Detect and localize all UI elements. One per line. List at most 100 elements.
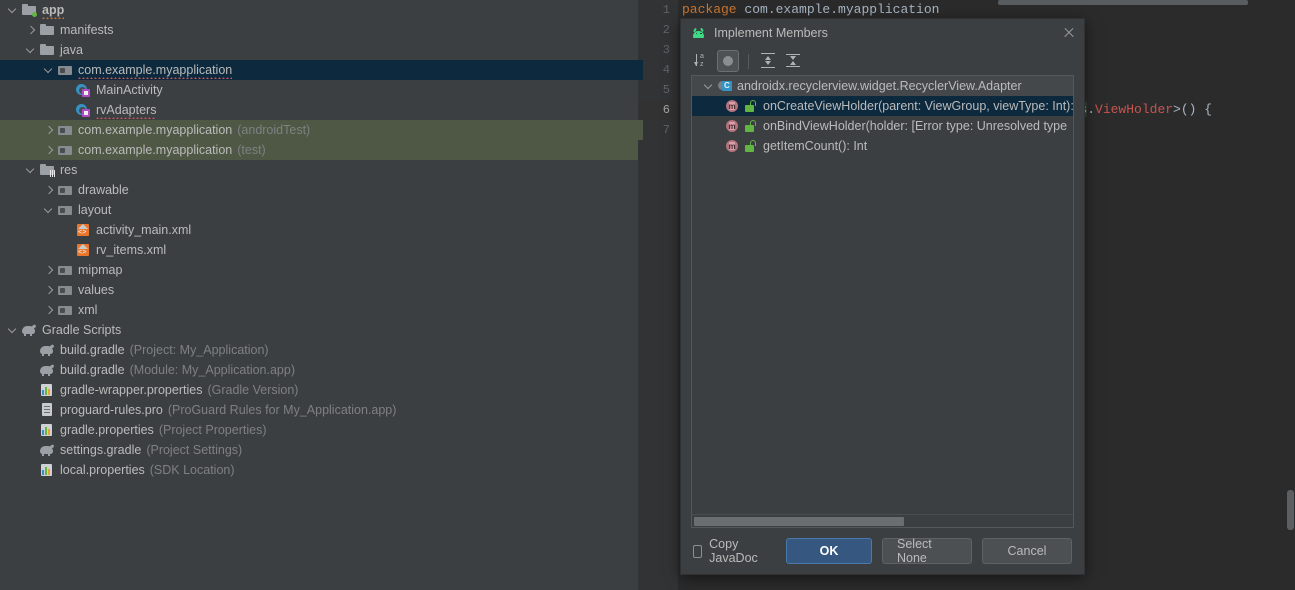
chevron-down-icon[interactable] [24,164,37,177]
chevron-down-icon[interactable] [702,80,715,93]
members-member-row[interactable]: m getItemCount(): Int [692,136,1073,156]
members-class-row[interactable]: Candroidx.recyclerview.widget.RecyclerVi… [692,76,1073,96]
chevron-down-icon[interactable] [24,44,37,57]
tree-row[interactable]: app [0,0,638,20]
gradle-icon [39,442,55,458]
tree-row[interactable]: MainActivity [0,80,638,100]
tree-row-sublabel: (Project Properties) [158,423,267,437]
tree-row[interactable]: layout [0,200,638,220]
tree-row[interactable]: <> rv_items.xml [0,240,638,260]
editor-vertical-scrollbar[interactable] [1287,490,1294,530]
chevron-right-icon[interactable] [42,284,55,297]
members-member-row[interactable]: m onBindViewHolder(holder: [Error type: U… [692,116,1073,136]
members-list-horizontal-scrollbar[interactable] [692,514,1073,527]
gutter-marker [638,60,643,80]
collapse-all-button[interactable] [783,50,805,72]
line-number: 5 [662,83,670,97]
line-number: 2 [662,23,670,37]
checkbox-box[interactable] [693,544,703,558]
expand-all-icon [758,50,780,72]
copy-javadoc-label: Copy JavaDoc [709,537,758,565]
chevron-right-icon[interactable] [42,124,55,137]
tree-row[interactable]: rvAdapters [0,100,638,120]
folder-icon [39,42,55,58]
chevron-down-icon[interactable] [6,4,19,17]
select-none-button[interactable]: Select None [882,537,972,565]
sort-alphabetically-button[interactable]: az [692,50,714,72]
editor-horizontal-scrollbar[interactable] [998,0,1248,5]
method-icon: m [724,98,740,114]
members-list-panel[interactable]: Candroidx.recyclerview.widget.RecyclerVi… [691,75,1074,528]
tree-row[interactable]: settings.gradle (Project Settings) [0,440,638,460]
chevron-right-icon[interactable] [42,264,55,277]
show-overloads-button[interactable] [717,50,739,72]
copy-javadoc-checkbox[interactable]: Copy JavaDoc [693,537,762,565]
tree-row-label: rvAdapters [96,103,157,119]
cancel-button[interactable]: Cancel [982,538,1072,564]
class-icon: C [717,78,733,94]
tree-row-label: settings.gradle [60,443,142,457]
tree-row[interactable]: gradle-wrapper.properties (Gradle Version… [0,380,638,400]
method-icon: m [724,118,740,134]
tree-row-label: res [60,163,78,177]
package-folder-icon [57,202,73,218]
member-label: getItemCount(): Int [763,139,868,153]
line-number: 3 [662,43,670,57]
folder-module-icon [21,2,37,18]
tree-row-sublabel: (test) [237,143,266,157]
ok-button[interactable]: OK [786,538,872,564]
tree-row[interactable]: com.example.myapplication (androidTest) [0,120,638,140]
tree-row[interactable]: build.gradle (Project: My_Application) [0,340,638,360]
tree-row[interactable]: proguard-rules.pro (ProGuard Rules for My… [0,400,638,420]
tree-row[interactable]: res [0,160,638,180]
tree-row[interactable]: gradle.properties (Project Properties) [0,420,638,440]
tree-row[interactable]: local.properties (SDK Location) [0,460,638,480]
chevron-down-icon[interactable] [42,204,55,217]
tree-row-label: drawable [78,183,129,197]
tree-row[interactable]: com.example.myapplication [0,60,638,80]
filled-circle-icon [718,51,738,71]
tree-row[interactable]: com.example.myapplication (test) [0,140,638,160]
package-folder-icon [57,182,73,198]
tree-row-label: java [60,43,83,57]
scrollbar-thumb[interactable] [694,517,904,526]
tree-row[interactable]: values [0,280,638,300]
project-tool-window[interactable]: app manifests java com.example.myapplicatio… [0,0,638,590]
tree-row-label: local.properties [60,463,145,477]
members-list[interactable]: Candroidx.recyclerview.widget.RecyclerVi… [692,76,1073,514]
close-icon[interactable] [1060,24,1078,42]
members-member-row[interactable]: m onCreateViewHolder(parent: ViewGroup, v… [692,96,1073,116]
tree-row[interactable]: xml [0,300,638,320]
tree-row-label: Gradle Scripts [42,323,122,337]
tree-row-label: proguard-rules.pro [60,403,163,417]
chevron-right-icon[interactable] [24,24,37,37]
xml-layout-icon: <> [75,222,91,238]
line-number: 6 [638,100,678,120]
tree-row[interactable]: drawable [0,180,638,200]
code-token: ViewHolder [1095,102,1174,117]
member-label: onBindViewHolder(holder: [Error type: Un… [763,119,1068,133]
expand-all-button[interactable] [758,50,780,72]
tree-row-label: build.gradle [60,343,125,357]
tree-row[interactable]: <> activity_main.xml [0,220,638,240]
tree-row[interactable]: Gradle Scripts [0,320,638,340]
chevron-right-icon[interactable] [42,304,55,317]
chevron-down-icon[interactable] [42,64,55,77]
dialog-toolbar[interactable]: az [681,47,1084,75]
tree-row[interactable]: manifests [0,20,638,40]
implement-members-dialog[interactable]: Implement Members az Candroidx.recyclerv… [680,18,1085,575]
res-folder-icon [39,162,55,178]
tree-row[interactable]: mipmap [0,260,638,280]
chevron-down-icon[interactable] [6,324,19,337]
tree-row[interactable]: java [0,40,638,60]
code-token: >() { [1173,102,1213,117]
chevron-right-icon[interactable] [42,184,55,197]
tree-row[interactable]: build.gradle (Module: My_Application.app) [0,360,638,380]
code-token: . [1087,102,1096,117]
chevron-right-icon[interactable] [42,144,55,157]
